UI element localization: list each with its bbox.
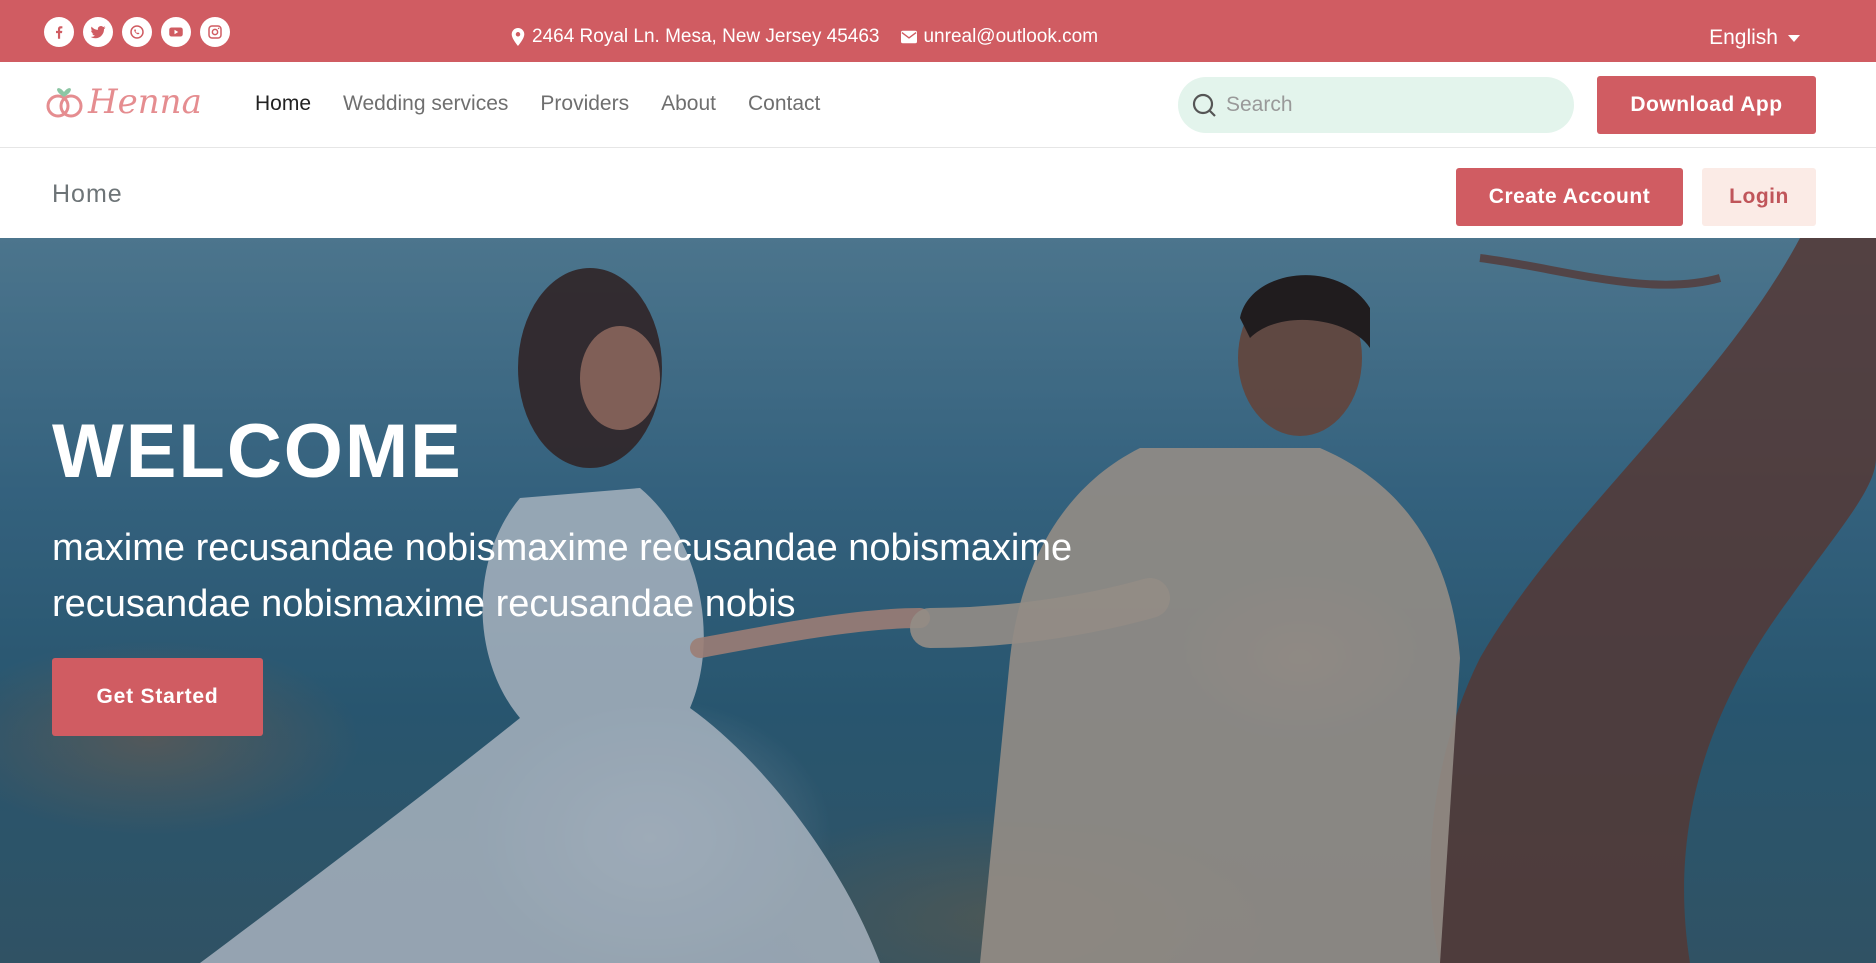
top-bar: 2464 Royal Ln. Mesa, New Jersey 45463 un… <box>0 0 1876 62</box>
get-started-button[interactable]: Get Started <box>52 658 263 736</box>
nav-item-about[interactable]: About <box>661 92 716 116</box>
search-input[interactable] <box>1224 92 1548 118</box>
login-button[interactable]: Login <box>1702 168 1816 226</box>
nav-item-providers[interactable]: Providers <box>540 92 629 116</box>
download-app-button[interactable]: Download App <box>1597 76 1816 134</box>
create-account-button[interactable]: Create Account <box>1456 168 1683 226</box>
chevron-down-icon <box>1788 34 1800 42</box>
search-bar <box>1178 77 1574 133</box>
logo-text: Henna <box>88 82 202 122</box>
main-nav: Henna Home Wedding services Providers Ab… <box>0 62 1876 148</box>
location-pin-icon <box>511 28 525 46</box>
whatsapp-icon[interactable] <box>122 17 152 47</box>
twitter-icon[interactable] <box>83 17 113 47</box>
search-icon <box>1192 93 1216 117</box>
instagram-icon[interactable] <box>200 17 230 47</box>
contact-info: 2464 Royal Ln. Mesa, New Jersey 45463 un… <box>510 26 1110 48</box>
nav-item-wedding-services[interactable]: Wedding services <box>343 92 508 116</box>
email-text[interactable]: unreal@outlook.com <box>923 26 1098 48</box>
hero-tagline: maxime recusandae nobismaxime recusandae… <box>52 527 1073 625</box>
nav-item-contact[interactable]: Contact <box>748 92 820 116</box>
language-label: English <box>1709 26 1778 49</box>
facebook-icon[interactable] <box>44 17 74 47</box>
address: 2464 Royal Ln. Mesa, New Jersey 45463 <box>510 26 879 48</box>
email[interactable]: unreal@outlook.com <box>901 26 1098 48</box>
address-text: 2464 Royal Ln. Mesa, New Jersey 45463 <box>532 26 880 47</box>
nav-menu: Home Wedding services Providers About Co… <box>255 92 820 116</box>
social-links <box>44 17 230 47</box>
logo[interactable]: Henna <box>44 80 202 124</box>
rings-logo-icon <box>46 88 83 118</box>
envelope-icon <box>901 30 918 44</box>
breadcrumb: Home <box>52 180 123 208</box>
language-selector[interactable]: English <box>1709 26 1800 50</box>
hero-title: WELCOME <box>52 409 463 494</box>
sub-header: Home Create Account Login <box>0 148 1876 238</box>
youtube-icon[interactable] <box>161 17 191 47</box>
nav-item-home[interactable]: Home <box>255 92 311 116</box>
hero-section: WELCOME maxime recusandae nobismaxime re… <box>0 238 1876 963</box>
